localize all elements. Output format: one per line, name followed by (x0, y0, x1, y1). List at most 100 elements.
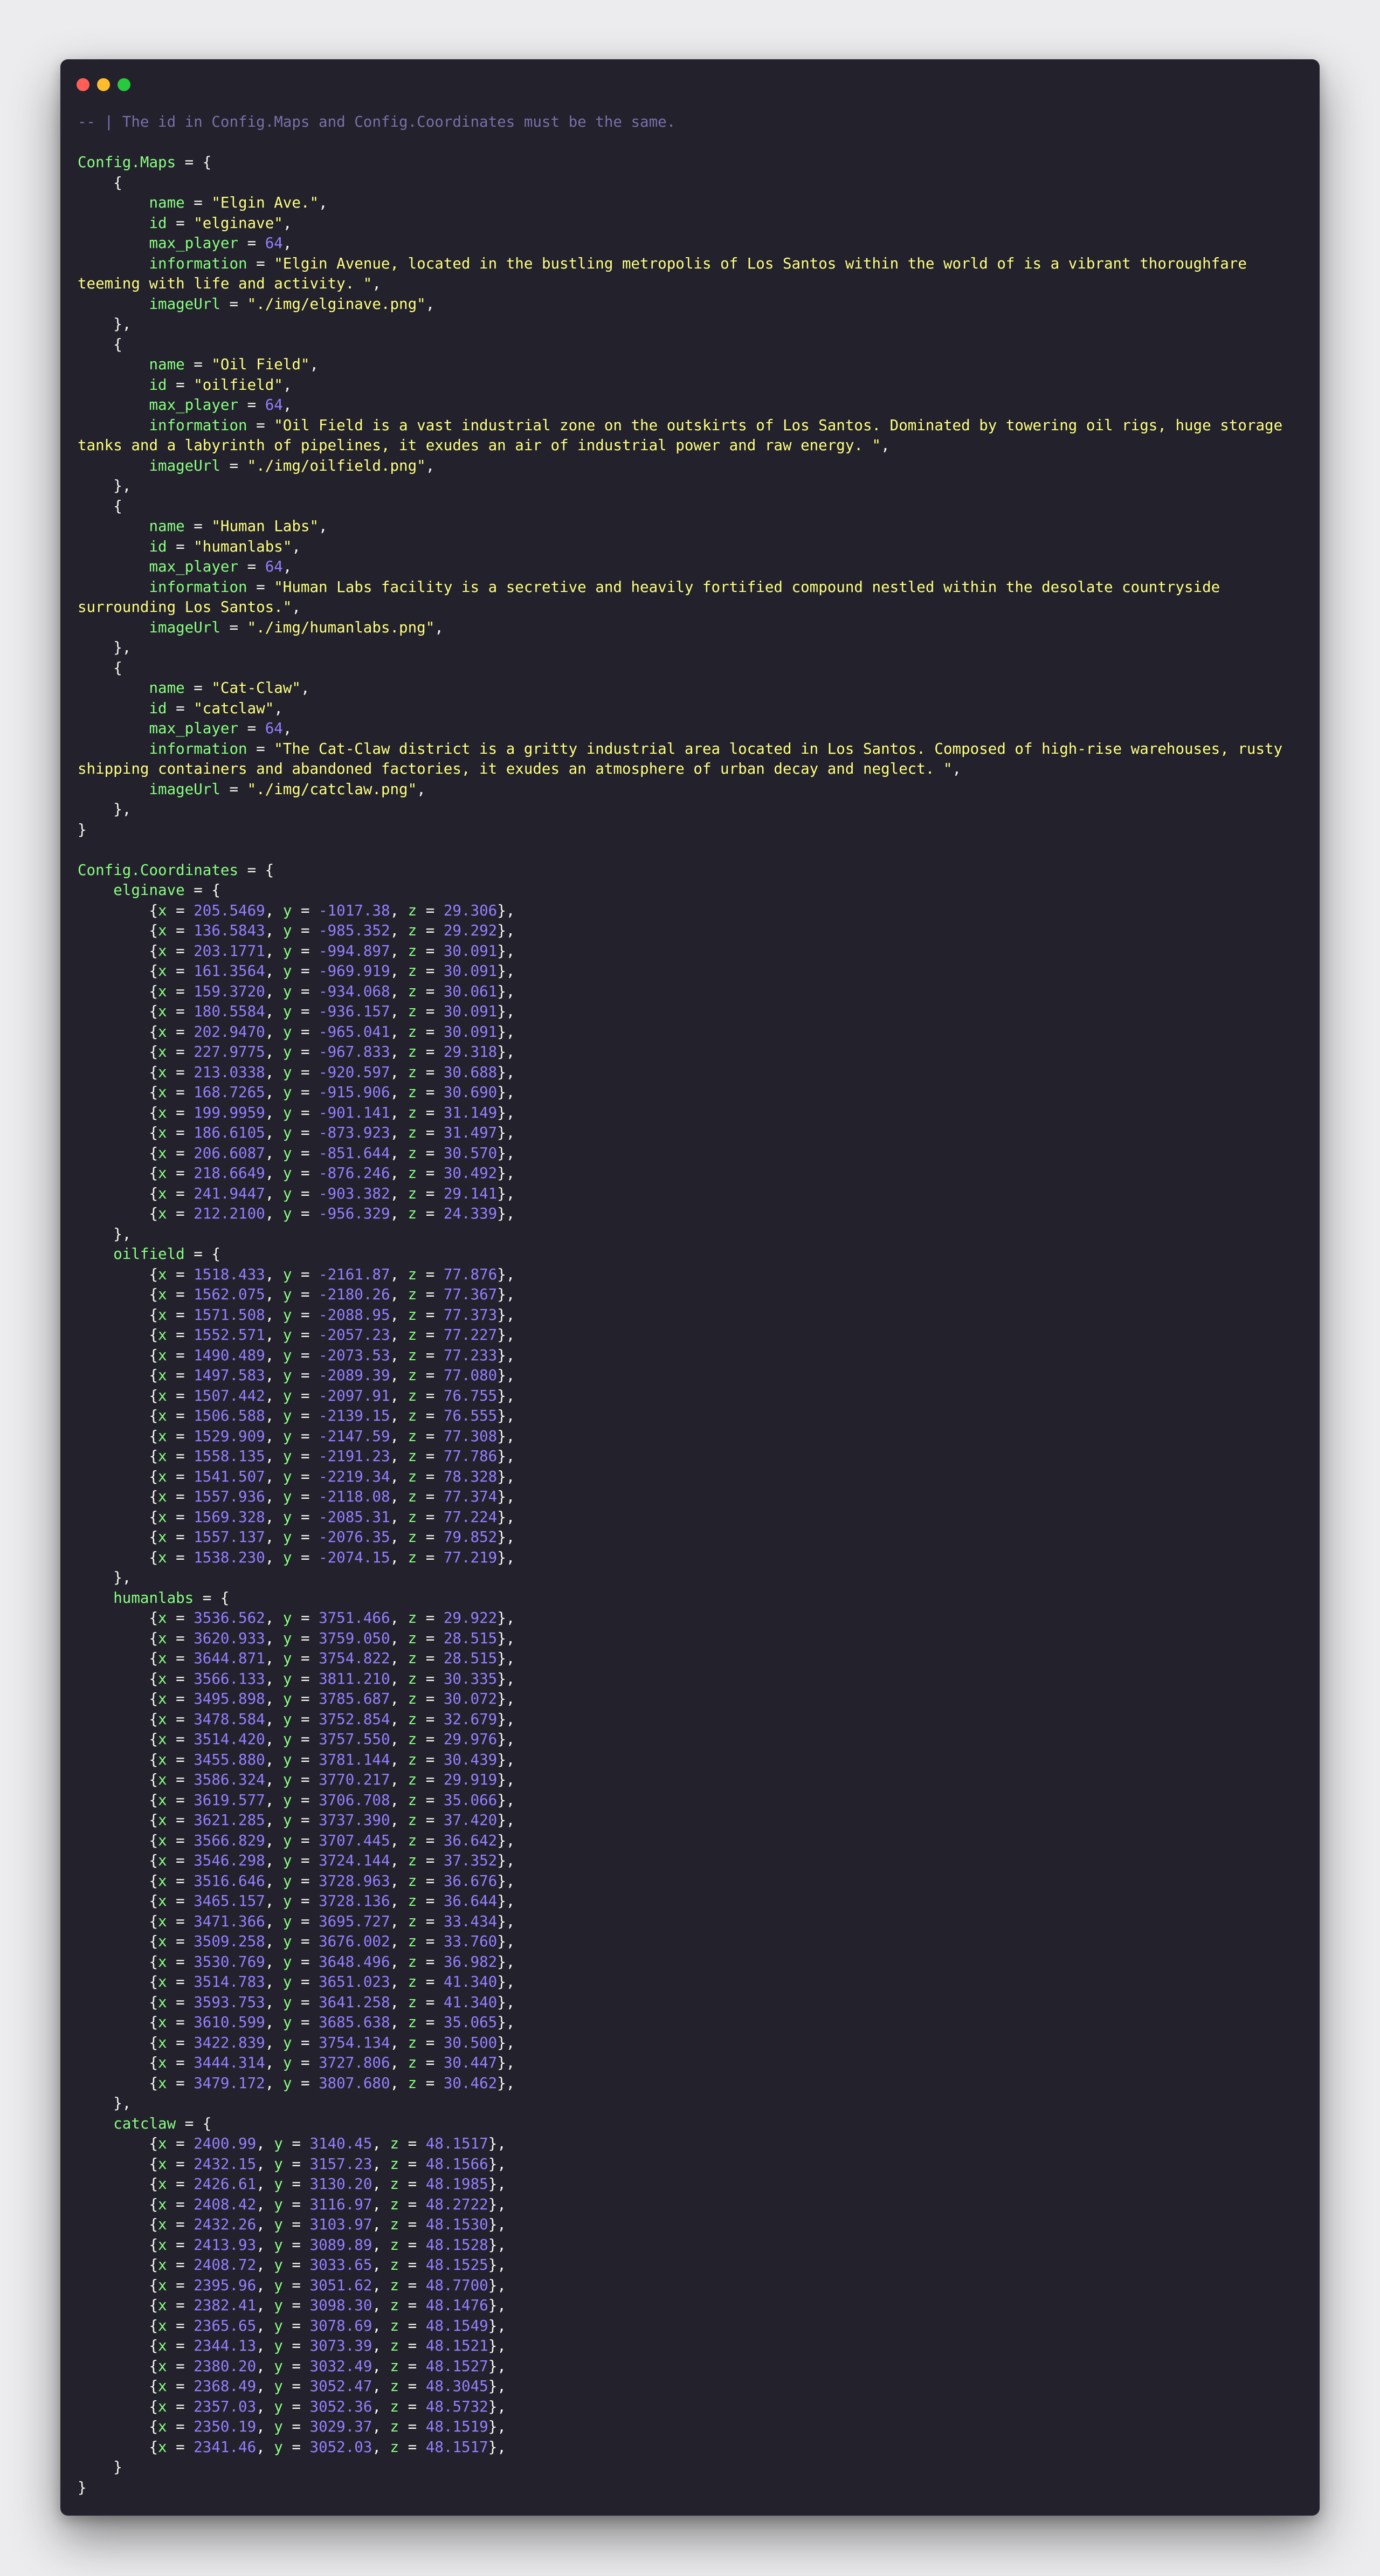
code-punctuation: y (282, 1043, 292, 1060)
code-punctuation: y (282, 1812, 292, 1829)
code-punctuation: { (78, 2074, 158, 2092)
code-punctuation: }, (497, 1629, 515, 1647)
code-punctuation: , (282, 558, 292, 575)
minimize-button[interactable] (97, 78, 110, 91)
code-punctuation: , (390, 1043, 408, 1060)
code-punctuation: , (265, 1448, 283, 1465)
code-punctuation: y (282, 2074, 292, 2092)
code-punctuation: }, (78, 1225, 132, 1243)
map-field-line: id = "oilfield", (78, 375, 1312, 396)
code-punctuation: y (274, 2418, 283, 2435)
code-punctuation: , (390, 1872, 408, 1890)
coord-x-value: 205.5469 (194, 901, 265, 919)
coordinate-line: {x = 161.3564, y = -969.919, z = 30.091}… (78, 961, 1312, 982)
code-punctuation: , (265, 1690, 283, 1707)
code-punctuation: { (78, 1892, 158, 1910)
maximize-button[interactable] (118, 78, 130, 91)
coord-x-value: 3516.646 (194, 1872, 265, 1890)
code-punctuation: x (158, 1205, 167, 1222)
coord-y-value: 3052.47 (309, 2378, 372, 2395)
code-punctuation: y (282, 962, 292, 980)
field-key: imageUrl (149, 295, 220, 313)
code-punctuation (78, 2115, 113, 2132)
code-punctuation: }, (497, 1953, 515, 1971)
code-punctuation: = (292, 942, 319, 960)
code-punctuation: , (265, 1265, 283, 1283)
coordinate-line: {x = 3471.366, y = 3695.727, z = 33.434}… (78, 1912, 1312, 1932)
coord-y-value: -994.897 (319, 942, 390, 960)
field-key: name (149, 518, 185, 535)
coordinate-line: {x = 3546.298, y = 3724.144, z = 37.352}… (78, 1851, 1312, 1871)
code-punctuation: z (408, 1852, 417, 1869)
code-punctuation: = { (176, 154, 212, 171)
code-punctuation: x (158, 1872, 167, 1890)
code-punctuation: z (408, 1953, 417, 1971)
code-punctuation: = (292, 1710, 319, 1728)
code-punctuation: { (78, 1548, 158, 1566)
code-punctuation: = (292, 2054, 319, 2071)
code-punctuation: , (372, 2135, 390, 2152)
code-editor[interactable]: -- | The id in Config.Maps and Config.Co… (78, 112, 1312, 2498)
code-punctuation: { (78, 942, 158, 960)
code-punctuation: , (265, 1812, 283, 1829)
code-punctuation (78, 255, 149, 272)
code-punctuation: = (167, 1710, 194, 1728)
code-punctuation: x (158, 1427, 167, 1445)
coord-z-value: 30.500 (443, 2034, 498, 2051)
code-punctuation: }, (497, 982, 515, 1000)
close-button[interactable] (77, 78, 89, 91)
coordinate-line: {x = 136.5843, y = -985.352, z = 29.292}… (78, 921, 1312, 941)
code-punctuation: { (78, 2236, 158, 2254)
code-punctuation: , (390, 1265, 408, 1283)
code-punctuation: x (158, 1609, 167, 1627)
field-key: max_player (149, 720, 239, 737)
code-punctuation: z (408, 1670, 417, 1688)
code-punctuation: y (282, 1791, 292, 1809)
code-punctuation: , (265, 1205, 283, 1222)
coord-z-value: 30.091 (443, 1023, 498, 1041)
code-punctuation: x (158, 2357, 167, 2375)
code-punctuation: = (417, 922, 444, 939)
coord-z-value: 48.1527 (425, 2357, 488, 2375)
code-punctuation: , (265, 1184, 283, 1202)
code-punctuation: = (167, 1346, 194, 1364)
code-punctuation: , (282, 720, 292, 737)
coordinate-line: {x = 3586.324, y = 3770.217, z = 29.919}… (78, 1770, 1312, 1790)
code-punctuation: , (256, 2276, 274, 2294)
code-punctuation: , (390, 962, 408, 980)
code-punctuation: x (158, 1852, 167, 1869)
code-punctuation: y (282, 1751, 292, 1768)
map-entry-open: { (78, 173, 1312, 194)
map-field-line: id = "elginave", (78, 213, 1312, 234)
code-punctuation: = (292, 1205, 319, 1222)
coordinate-line: {x = 1490.489, y = -2073.53, z = 77.233}… (78, 1346, 1312, 1366)
code-punctuation: y (282, 1023, 292, 1041)
coord-y-value: -2085.31 (319, 1508, 390, 1526)
code-punctuation: , (265, 1650, 283, 1667)
code-punctuation: x (158, 1084, 167, 1101)
code-punctuation: , (390, 1812, 408, 1829)
coord-x-value: 1497.583 (194, 1367, 265, 1384)
coord-y-value: 3130.20 (309, 2175, 372, 2193)
code-punctuation: x (158, 1387, 167, 1404)
code-punctuation: = (167, 1003, 194, 1020)
map-id-value: "catclaw" (194, 699, 274, 717)
code-punctuation: , (390, 1205, 408, 1222)
coord-y-value: 3728.136 (319, 1892, 390, 1910)
coordinate-line: {x = 1497.583, y = -2089.39, z = 77.080}… (78, 1366, 1312, 1386)
code-punctuation: x (158, 1650, 167, 1667)
code-punctuation: z (390, 2236, 399, 2254)
code-punctuation: = (417, 1892, 444, 1910)
code-punctuation: z (390, 2195, 399, 2213)
coord-z-value: 77.786 (443, 1448, 498, 1465)
code-punctuation: }, (78, 315, 132, 333)
code-punctuation: }, (497, 1427, 515, 1445)
code-punctuation: y (282, 1629, 292, 1647)
code-punctuation: , (265, 1427, 283, 1445)
coord-z-value: 29.141 (443, 1184, 498, 1202)
code-punctuation: = (282, 2337, 310, 2354)
code-punctuation: = (282, 2438, 310, 2456)
code-punctuation: = (417, 1003, 444, 1020)
code-punctuation: , (265, 1852, 283, 1869)
code-punctuation: , (265, 1731, 283, 1748)
